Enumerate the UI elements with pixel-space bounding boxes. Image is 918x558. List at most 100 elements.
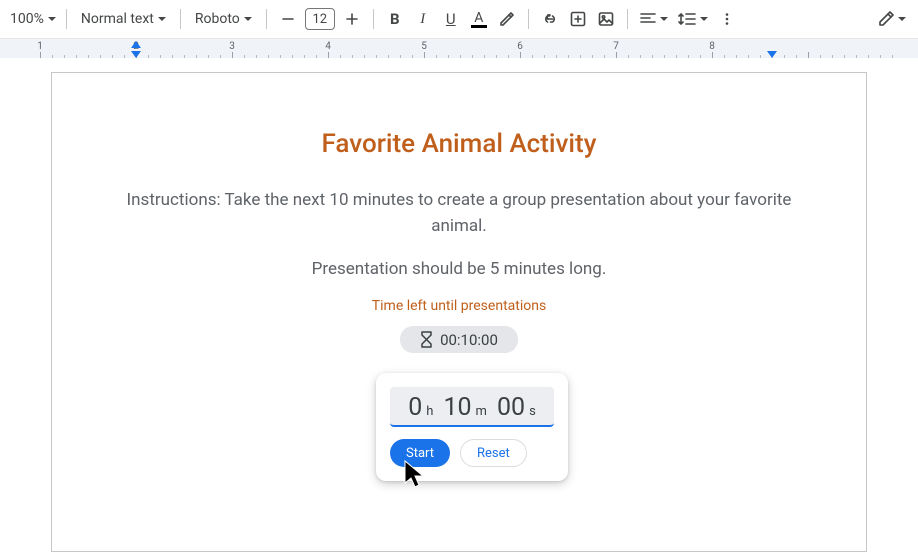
italic-button[interactable]: I xyxy=(410,6,436,32)
ruler-tick xyxy=(280,55,281,58)
timer-minutes: 10 xyxy=(443,391,471,425)
ruler-tick xyxy=(232,52,233,58)
font-family-dropdown[interactable]: Roboto xyxy=(189,6,258,32)
toolbar: 100% Normal text Roboto 12 B I U A xyxy=(0,0,918,38)
chevron-down-icon xyxy=(660,17,668,22)
ruler-tick xyxy=(748,55,749,58)
document-title[interactable]: Favorite Animal Activity xyxy=(122,129,796,159)
ruler-tick xyxy=(592,55,593,58)
underline-button[interactable]: U xyxy=(438,6,464,32)
ruler-tick xyxy=(844,55,845,58)
document-page[interactable]: Favorite Animal Activity Instructions: T… xyxy=(51,72,867,552)
reset-button[interactable]: Reset xyxy=(460,439,527,467)
text-color-swatch xyxy=(471,25,487,28)
timer-display[interactable]: 0 h 10 m 00 s xyxy=(390,387,554,427)
toolbar-separator xyxy=(528,9,529,29)
ruler-tick xyxy=(616,52,617,58)
line-spacing-dropdown[interactable] xyxy=(674,6,712,32)
ruler-tick xyxy=(556,55,557,58)
decrease-font-size-button[interactable] xyxy=(275,6,301,32)
first-line-indent-marker[interactable] xyxy=(131,51,141,58)
toolbar-separator xyxy=(627,9,628,29)
minus-icon xyxy=(282,13,294,25)
italic-label: I xyxy=(420,11,425,28)
right-indent-marker[interactable] xyxy=(767,51,777,58)
timer-seconds: 00 xyxy=(497,391,525,425)
ruler-number: 1 xyxy=(37,41,43,52)
ruler-tick xyxy=(100,55,101,58)
ruler-tick xyxy=(64,55,65,58)
ruler-tick xyxy=(376,55,377,58)
ruler-tick xyxy=(820,55,821,58)
ruler-tick xyxy=(436,55,437,58)
font-size-value: 12 xyxy=(312,12,327,27)
ruler-tick xyxy=(268,55,269,58)
ruler-tick xyxy=(640,55,641,58)
ruler-tick xyxy=(700,55,701,58)
ruler-tick xyxy=(52,55,53,58)
ruler-tick xyxy=(292,55,293,58)
document-paragraph[interactable]: Instructions: Take the next 10 minutes t… xyxy=(122,187,796,240)
ruler-tick xyxy=(256,55,257,58)
ruler-tick xyxy=(328,52,329,58)
timer-chip[interactable]: 00:10:00 xyxy=(400,326,518,353)
more-toolbar-button[interactable] xyxy=(714,6,740,32)
paragraph-style-dropdown[interactable]: Normal text xyxy=(75,6,172,32)
more-vertical-icon xyxy=(720,12,734,26)
zoom-dropdown[interactable]: 100% xyxy=(8,6,58,32)
plus-icon xyxy=(346,13,358,25)
font-size-group: 12 xyxy=(275,6,365,32)
ruler-tick xyxy=(676,55,677,58)
ruler-tick xyxy=(424,52,425,58)
ruler-tick xyxy=(244,55,245,58)
ruler-tick xyxy=(400,55,401,58)
ruler-tick xyxy=(856,55,857,58)
ruler-tick xyxy=(892,55,893,58)
link-icon xyxy=(541,10,559,28)
ruler-tick xyxy=(340,55,341,58)
ruler[interactable]: 12345678 xyxy=(0,38,918,58)
toolbar-separator xyxy=(66,9,67,29)
highlight-color-button[interactable] xyxy=(494,6,520,32)
ruler-tick xyxy=(796,55,797,58)
ruler-tick xyxy=(652,55,653,58)
document-note[interactable]: Time left until presentations xyxy=(122,298,796,314)
left-indent-marker[interactable] xyxy=(131,41,141,48)
ruler-tick xyxy=(880,55,881,58)
font-size-input[interactable]: 12 xyxy=(305,8,335,30)
text-color-button[interactable]: A xyxy=(466,6,492,32)
timer-hours: 0 xyxy=(408,391,422,425)
ruler-tick xyxy=(760,55,761,58)
ruler-tick xyxy=(88,55,89,58)
ruler-tick xyxy=(124,55,125,58)
align-dropdown[interactable] xyxy=(636,6,672,32)
increase-font-size-button[interactable] xyxy=(339,6,365,32)
ruler-number: 8 xyxy=(709,41,715,52)
ruler-tick xyxy=(112,55,113,58)
ruler-number: 6 xyxy=(517,41,523,52)
ruler-number: 4 xyxy=(325,41,331,52)
ruler-tick xyxy=(520,52,521,58)
insert-image-button[interactable] xyxy=(593,6,619,32)
ruler-tick xyxy=(532,55,533,58)
ruler-tick xyxy=(220,55,221,58)
ruler-tick xyxy=(736,55,737,58)
timer-seconds-unit: s xyxy=(529,404,536,419)
ruler-tick xyxy=(352,55,353,58)
bold-button[interactable]: B xyxy=(382,6,408,32)
editing-mode-dropdown[interactable] xyxy=(874,6,910,32)
ruler-tick xyxy=(664,55,665,58)
document-paragraph[interactable]: Presentation should be 5 minutes long. xyxy=(122,256,796,282)
ruler-tick xyxy=(148,55,149,58)
start-button[interactable]: Start xyxy=(390,439,450,467)
align-left-icon xyxy=(640,12,656,26)
ruler-tick xyxy=(544,55,545,58)
add-comment-button[interactable] xyxy=(565,6,591,32)
chevron-down-icon xyxy=(48,17,56,22)
ruler-tick xyxy=(364,55,365,58)
underline-label: U xyxy=(446,10,456,28)
ruler-tick xyxy=(688,55,689,58)
insert-link-button[interactable] xyxy=(537,6,563,32)
highlighter-icon xyxy=(498,10,516,28)
ruler-number: 7 xyxy=(613,41,619,52)
